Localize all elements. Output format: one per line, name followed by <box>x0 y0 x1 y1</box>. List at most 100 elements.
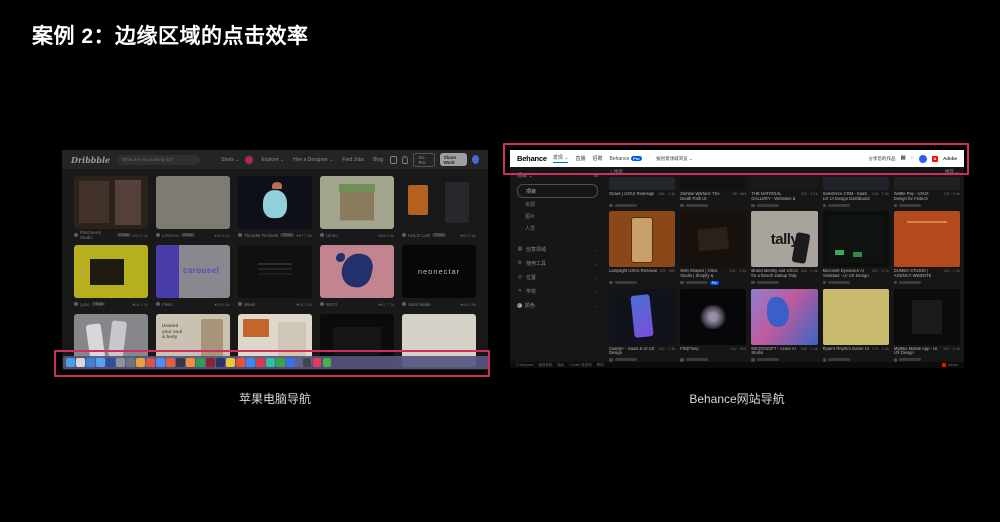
shot-card[interactable]: LAVAAATEAM♥45 8.1k <box>156 176 230 239</box>
author-avatar[interactable] <box>823 281 827 285</box>
sidebar-tab-资源[interactable]: 资源 <box>517 198 598 210</box>
project-card[interactable]: Lamplight UX/UI Renewal126 · 980 <box>609 211 675 285</box>
project-card[interactable]: MICROSOFT - Azure AI Studio246 · 2.4k <box>751 289 817 362</box>
nav-item-shots[interactable]: Shots ⌄ <box>221 157 239 163</box>
author-name[interactable]: MUTI <box>326 302 337 307</box>
project-card[interactable]: Cashly+ - SaaS & UI UX Design162 · 1.3k <box>609 289 675 362</box>
nav-item-blog[interactable]: Blog <box>373 157 383 163</box>
project-card[interactable]: tallyBrand Identity and UX/UI for a fint… <box>751 211 817 285</box>
project-thumbnail[interactable] <box>680 177 746 190</box>
project-title[interactable]: MICROSOFT - Azure AI Studio <box>751 347 798 357</box>
shot-card[interactable]: LynoTEAM♥24 4.1k <box>74 245 148 308</box>
project-title[interactable]: Web Shapes | Orbix Studio | Shopify & Fr… <box>680 269 727 279</box>
author-avatar[interactable] <box>680 204 684 208</box>
author-avatar[interactable] <box>751 281 755 285</box>
sidebar-filter-颜色[interactable]: 颜色⌄ <box>517 298 598 312</box>
project-card[interactable]: Salesforce CRM - SaaS UX UI Design Dashb… <box>823 177 889 207</box>
author-avatar[interactable] <box>680 358 684 362</box>
footer-link[interactable]: Cookie 首选项 <box>569 363 591 368</box>
project-thumbnail[interactable] <box>680 289 746 345</box>
project-thumbnail[interactable] <box>894 289 960 345</box>
shot-thumbnail[interactable] <box>320 245 394 298</box>
project-thumbnail[interactable] <box>894 177 960 190</box>
author-name[interactable]: Wixel <box>244 302 255 307</box>
project-title[interactable]: Salesforce CRM - SaaS UX UI Design Dashb… <box>823 192 870 202</box>
author-name[interactable]: HALO LAB <box>408 233 430 238</box>
footer-link[interactable]: 帮助 <box>597 363 604 368</box>
author-avatar[interactable] <box>894 281 898 285</box>
author-avatar[interactable] <box>680 281 684 285</box>
shot-thumbnail[interactable]: neonectar <box>402 245 476 298</box>
project-card[interactable]: FIN(Flow)117 · 905 <box>680 289 746 362</box>
shot-card[interactable]: Thunder RocketsTEAM♥57 7.6k <box>238 176 312 239</box>
author-avatar[interactable] <box>156 233 160 237</box>
shot-card[interactable]: Uinno♥28 5.4k <box>320 176 394 239</box>
project-title[interactable]: Brand Identity and UX/UI for a fintech s… <box>751 269 798 279</box>
project-card[interactable]: THE NATIONAL GALLERY - Websites & Brand … <box>751 177 817 207</box>
author-avatar[interactable] <box>238 233 242 237</box>
project-title[interactable]: Waffle Pay - UI/UX Design for Fintech Mo… <box>894 192 941 202</box>
author-avatar[interactable] <box>823 204 827 208</box>
project-thumbnail[interactable] <box>751 177 817 190</box>
author-avatar[interactable] <box>74 233 78 237</box>
avatar[interactable] <box>472 155 479 164</box>
project-thumbnail[interactable] <box>823 289 889 345</box>
sidebar-filter-使用工具[interactable]: ⚙使用工具⌄ <box>517 256 598 270</box>
author-avatar[interactable] <box>156 302 160 306</box>
project-card[interactable]: Glowe | UX/UI Redesign166 · 1.4k <box>609 177 675 207</box>
author-avatar[interactable] <box>238 302 242 306</box>
author-avatar[interactable] <box>609 281 613 285</box>
search-input[interactable]: What are you looking for? <box>117 155 200 165</box>
author-avatar[interactable] <box>74 302 78 306</box>
project-thumbnail[interactable] <box>823 211 889 267</box>
shot-card[interactable]: Wixel♥18 3.2k <box>238 245 312 308</box>
sidebar-tab-项目[interactable]: 项目 <box>517 184 598 198</box>
sidebar-tab-人员[interactable]: 人员 <box>517 222 598 234</box>
shot-thumbnail[interactable] <box>156 176 230 229</box>
shot-thumbnail[interactable] <box>74 245 148 298</box>
author-avatar[interactable] <box>894 358 898 362</box>
author-name[interactable]: Fikso <box>162 302 173 307</box>
author-name[interactable]: Thunder Rockets <box>244 233 278 238</box>
project-card[interactable]: MyBike Mobile App - UI UX Design131 · 1.… <box>894 289 960 362</box>
project-thumbnail[interactable] <box>680 211 746 267</box>
project-title[interactable]: Microsoft Dynamics AI Assistant - UI UX … <box>823 269 870 279</box>
shot-thumbnail[interactable] <box>238 245 312 298</box>
shot-thumbnail[interactable] <box>74 176 148 229</box>
project-thumbnail[interactable] <box>609 211 675 267</box>
shot-card[interactable]: carouselFikso♥39 6.3k <box>156 245 230 308</box>
dribbble-logo[interactable]: Dribbble <box>71 155 110 165</box>
author-avatar[interactable] <box>402 302 406 306</box>
project-thumbnail[interactable] <box>751 289 817 345</box>
project-card[interactable]: Web Shapes | Orbix Studio | Shopify & Fr… <box>680 211 746 285</box>
footer-link[interactable]: 使用条款 <box>538 363 552 368</box>
nav-item-find-jobs[interactable]: Find Jobs <box>342 157 364 163</box>
project-card[interactable]: Microsoft Dynamics AI Assistant - UI UX … <box>823 211 889 285</box>
author-avatar[interactable] <box>402 233 406 237</box>
project-card[interactable]: Ryan's Rhythm Game UI173 · 1.5k <box>823 289 889 362</box>
bell-icon[interactable] <box>402 156 409 164</box>
sidebar-filter-位置[interactable]: ◎位置⌄ <box>517 270 598 284</box>
project-thumbnail[interactable] <box>609 177 675 190</box>
footer-link[interactable]: 隐私 <box>557 363 564 368</box>
shot-card[interactable]: neonectarSans Made♥44 6.9k <box>402 245 476 308</box>
project-title[interactable]: Lamplight UX/UI Renewal <box>609 269 657 279</box>
author-avatar[interactable] <box>823 358 827 362</box>
author-name[interactable]: Sans Made <box>408 302 431 307</box>
project-title[interactable]: Ryan's Rhythm Game UI <box>823 347 870 357</box>
share-work-button[interactable]: Share Work <box>440 153 467 166</box>
footer-link[interactable]: © Behance <box>516 363 533 367</box>
go-pro-button[interactable]: Go Pro <box>413 153 434 167</box>
author-name[interactable]: LAVAAA <box>162 233 179 238</box>
project-title[interactable]: FIN(Flow) <box>680 347 728 357</box>
author-avatar[interactable] <box>751 204 755 208</box>
shot-thumbnail[interactable] <box>402 176 476 229</box>
shot-card[interactable]: Patchwork StudioTEAM♥31 9.2k <box>74 176 148 239</box>
chat-icon[interactable] <box>390 156 397 164</box>
shot-thumbnail[interactable]: carousel <box>156 245 230 298</box>
project-card[interactable]: Zombie Warfare: The Death Path UI98 · 86… <box>680 177 746 207</box>
author-avatar[interactable] <box>609 358 613 362</box>
project-card[interactable]: Waffle Pay - UI/UX Design for Fintech Mo… <box>894 177 960 207</box>
project-thumbnail[interactable] <box>894 211 960 267</box>
shot-thumbnail[interactable] <box>320 176 394 229</box>
